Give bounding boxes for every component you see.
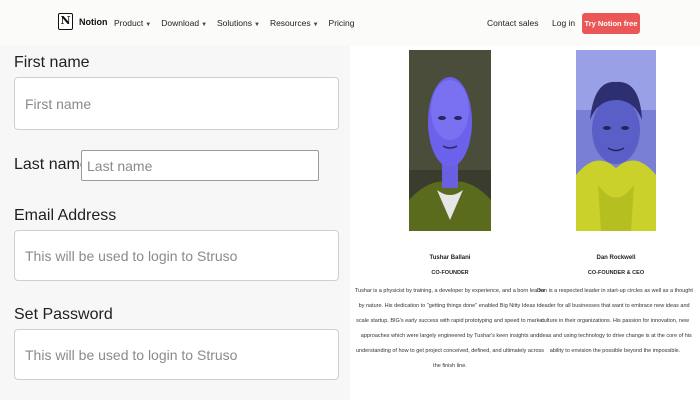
menu-item-download[interactable]: Download ▼ xyxy=(161,18,207,28)
notion-logo-icon: N xyxy=(58,13,73,30)
menu-item-solutions[interactable]: Solutions ▼ xyxy=(217,18,260,28)
menu-item-pricing[interactable]: Pricing xyxy=(329,18,355,28)
menu-item-label: Download xyxy=(161,18,200,28)
member-name-dan: Dan Rockwell xyxy=(596,255,636,261)
logo-text: Notion xyxy=(79,16,108,27)
last-name-label: Last name xyxy=(14,156,89,173)
top-navigation: N Notion Product ▼ Download ▼ Solutions ▼ R… xyxy=(0,0,700,46)
member-photo-tushar xyxy=(409,50,491,231)
first-name-label: First name xyxy=(14,54,90,71)
menu-item-label: Solutions xyxy=(217,18,252,28)
member-name-tushar: Tushar Ballani xyxy=(429,255,471,261)
chevron-down-icon: ▼ xyxy=(201,22,208,28)
chevron-down-icon: ▼ xyxy=(312,22,319,28)
member-photo-dan xyxy=(576,50,656,231)
team-section: Tushar Ballani CO-FOUNDER Tushar is a ph… xyxy=(350,46,700,400)
chevron-down-icon: ▼ xyxy=(253,22,260,28)
member-role-tushar: CO-FOUNDER xyxy=(431,270,469,276)
email-field[interactable]: This will be used to login to Struso xyxy=(14,230,339,281)
signup-form: First name First name Last name Last nam… xyxy=(0,46,350,400)
menu-item-resources[interactable]: Resources ▼ xyxy=(270,18,319,28)
member-role-dan: CO-FOUNDER & CEO xyxy=(587,270,645,276)
password-label: Set Password xyxy=(14,306,113,323)
email-label: Email Address xyxy=(14,207,117,224)
chevron-down-icon: ▼ xyxy=(145,22,152,28)
password-field[interactable]: This will be used to login to Struso xyxy=(14,329,339,380)
member-bio-dan: Dan is a respected leader in start-up ci… xyxy=(537,288,693,354)
menu-item-label: Pricing xyxy=(328,18,355,28)
member-bio-tushar: Tushar is a physicist by training, a dev… xyxy=(354,288,546,369)
menu-item-label: Resources xyxy=(269,18,311,28)
first-name-field[interactable]: First name xyxy=(14,77,339,130)
menu-item-label: Product xyxy=(114,18,144,28)
notion-logo[interactable]: N Notion xyxy=(58,13,108,30)
try-notion-free-button[interactable]: Try Notion free xyxy=(582,13,640,34)
menu-item-product[interactable]: Product ▼ xyxy=(114,18,151,28)
last-name-field[interactable]: Last name xyxy=(81,150,319,181)
contact-sales-link[interactable]: Contact sales xyxy=(487,18,539,28)
login-link[interactable]: Log in xyxy=(552,18,575,28)
main-menu: Product ▼ Download ▼ Solutions ▼ Resources ▼… xyxy=(114,18,365,28)
